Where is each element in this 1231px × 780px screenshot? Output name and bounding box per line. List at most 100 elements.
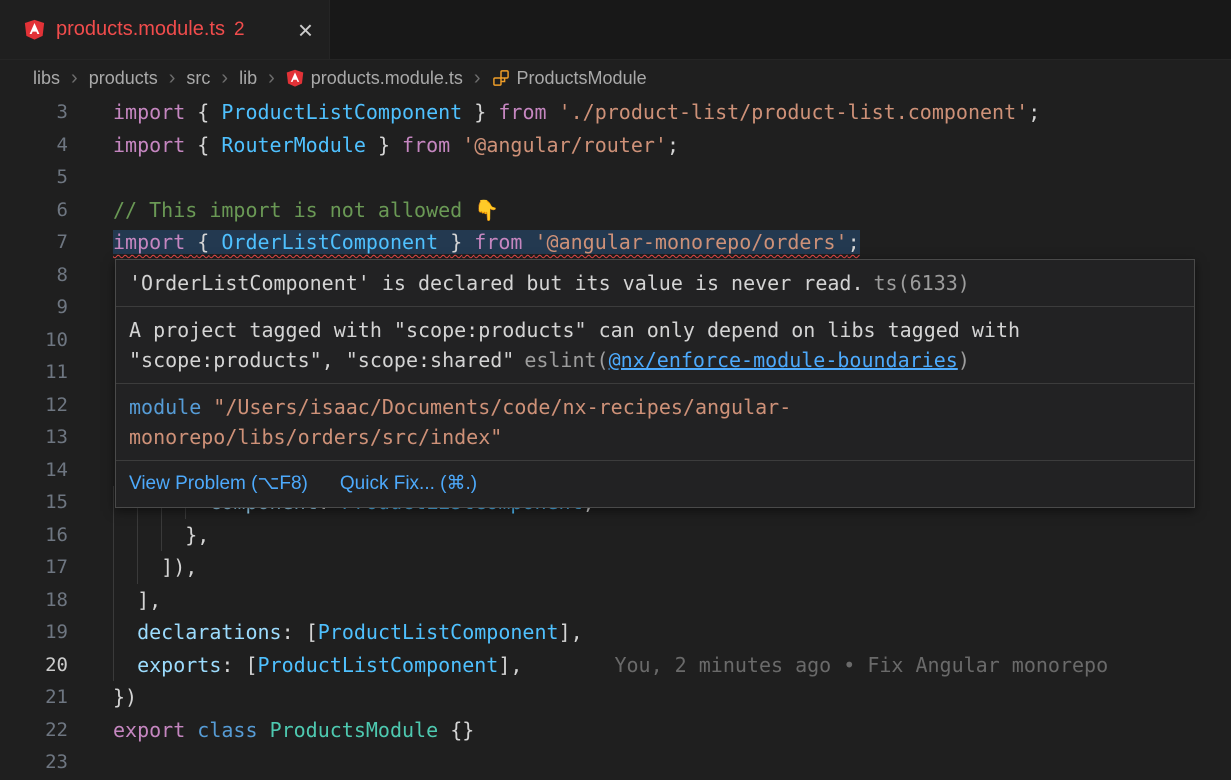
code-token: { bbox=[197, 230, 209, 254]
code-token: , bbox=[185, 555, 197, 579]
code-token: } bbox=[450, 230, 462, 254]
code-text: export class ProductsModule {} bbox=[113, 718, 474, 742]
code-token: class bbox=[197, 718, 257, 742]
hover-message-boundary: A project tagged with "scope:products" c… bbox=[116, 307, 1194, 384]
code-line-4[interactable]: 4 import { RouterModule } from '@angular/… bbox=[0, 129, 1231, 162]
code-token: // This import is not allowed bbox=[113, 198, 474, 222]
code-content: ], bbox=[113, 584, 161, 617]
line-number: 13 bbox=[0, 421, 68, 454]
line-number: 16 bbox=[0, 519, 68, 552]
hover-message-module: module "/Users/isaac/Documents/code/nx-r… bbox=[116, 384, 1194, 461]
breadcrumb-item-lib[interactable]: lib bbox=[239, 68, 257, 89]
indent-guide bbox=[113, 584, 114, 617]
code-line-18[interactable]: 18 ], bbox=[0, 584, 1231, 617]
line-number: 23 bbox=[0, 746, 68, 779]
line-number: 5 bbox=[0, 161, 68, 194]
code-token: [ bbox=[306, 620, 318, 644]
code-content: declarations: [ProductListComponent], bbox=[113, 616, 583, 649]
code-token bbox=[547, 100, 559, 124]
code-token bbox=[366, 133, 378, 157]
code-content: }, bbox=[113, 519, 209, 552]
code-text: exports: [ProductListComponent], bbox=[113, 653, 522, 677]
code-token bbox=[438, 230, 450, 254]
breadcrumb-file-label: products.module.ts bbox=[311, 68, 463, 89]
breadcrumb-item-libs[interactable]: libs bbox=[33, 68, 60, 89]
line-number: 4 bbox=[0, 129, 68, 162]
hover-actions: View Problem (⌥F8) Quick Fix... (⌘.) bbox=[116, 461, 1194, 507]
code-line-6[interactable]: 6// This import is not allowed 👇 bbox=[0, 194, 1231, 227]
indent-guide bbox=[113, 486, 114, 519]
code-token: , bbox=[510, 653, 522, 677]
code-line-19[interactable]: 19 declarations: [ProductListComponent], bbox=[0, 616, 1231, 649]
code-token: ] bbox=[498, 653, 510, 677]
code-token: {} bbox=[450, 718, 474, 742]
code-line-22[interactable]: 22export class ProductsModule {} bbox=[0, 714, 1231, 747]
angular-icon bbox=[286, 69, 304, 87]
code-content: export class ProductsModule {} bbox=[113, 714, 474, 747]
code-content: // This import is not allowed 👇 bbox=[113, 194, 499, 227]
code-line-21[interactable]: 21}) bbox=[0, 681, 1231, 714]
breadcrumb: libs › products › src › lib › products.m… bbox=[0, 60, 1231, 96]
eslint-rule-link[interactable]: @nx/enforce-module-boundaries bbox=[609, 348, 958, 372]
chevron-right-icon: › bbox=[169, 68, 176, 88]
code-token bbox=[390, 133, 402, 157]
tab-products-module[interactable]: products.module.ts 2 × bbox=[0, 0, 330, 59]
code-token: , bbox=[571, 620, 583, 644]
diagnostic-message: 'OrderListComponent' is declared but its… bbox=[129, 271, 864, 295]
code-token bbox=[258, 718, 270, 742]
code-text: declarations: [ProductListComponent], bbox=[113, 620, 583, 644]
view-problem-link[interactable]: View Problem (⌥F8) bbox=[129, 469, 308, 499]
code-text: ], bbox=[113, 588, 161, 612]
code-line-17[interactable]: 17 ]), bbox=[0, 551, 1231, 584]
breadcrumb-item-products[interactable]: products bbox=[89, 68, 158, 89]
line-number: 10 bbox=[0, 324, 68, 357]
close-tab-icon[interactable]: × bbox=[298, 17, 313, 43]
quick-fix-link[interactable]: Quick Fix... (⌘.) bbox=[340, 469, 477, 499]
code-token bbox=[113, 588, 137, 612]
indent-guide bbox=[113, 616, 114, 649]
code-line-16[interactable]: 16 }, bbox=[0, 519, 1231, 552]
code-line-7[interactable]: 7import { OrderListComponent } from '@an… bbox=[0, 226, 1231, 259]
code-token: , bbox=[197, 523, 209, 547]
indent-guide bbox=[113, 551, 114, 584]
line-number: 19 bbox=[0, 616, 68, 649]
code-token: } bbox=[113, 685, 125, 709]
code-token: } bbox=[474, 100, 486, 124]
diagnostic-message: A project tagged with "scope:products" c… bbox=[129, 318, 1020, 342]
angular-icon bbox=[24, 19, 45, 40]
breadcrumb-item-symbol[interactable]: ProductsModule bbox=[492, 68, 647, 89]
indent-guide bbox=[113, 519, 114, 552]
code-line-20[interactable]: 20 exports: [ProductListComponent],You, … bbox=[0, 649, 1231, 682]
code-line-23[interactable]: 23 bbox=[0, 746, 1231, 779]
code-token: ] bbox=[161, 555, 173, 579]
diagnostic-source-close: ) bbox=[958, 348, 970, 372]
line-number: 3 bbox=[0, 96, 68, 129]
code-token: ProductListComponent bbox=[221, 100, 462, 124]
code-text: import { RouterModule } from '@angular/r… bbox=[113, 133, 679, 157]
code-content: exports: [ProductListComponent],You, 2 m… bbox=[113, 649, 1108, 682]
code-token bbox=[486, 100, 498, 124]
code-token: { bbox=[197, 133, 209, 157]
code-token: ; bbox=[1028, 100, 1040, 124]
code-token bbox=[450, 133, 462, 157]
code-token bbox=[185, 230, 197, 254]
code-token bbox=[113, 653, 137, 677]
code-token: : bbox=[282, 620, 294, 644]
diagnostic-source: eslint( bbox=[524, 348, 608, 372]
code-token: ProductListComponent bbox=[258, 653, 499, 677]
line-number: 14 bbox=[0, 454, 68, 487]
indent-guide bbox=[137, 519, 138, 552]
code-token bbox=[209, 133, 221, 157]
breadcrumb-item-src[interactable]: src bbox=[186, 68, 210, 89]
code-token: : bbox=[221, 653, 233, 677]
line-number: 7 bbox=[0, 226, 68, 259]
code-content: ]), bbox=[113, 551, 197, 584]
code-token bbox=[233, 653, 245, 677]
code-line-5[interactable]: 5 bbox=[0, 161, 1231, 194]
code-line-3[interactable]: 3 import { ProductListComponent } from '.… bbox=[0, 96, 1231, 129]
code-token: } bbox=[378, 133, 390, 157]
code-text: import { ProductListComponent } from './… bbox=[113, 100, 1040, 124]
breadcrumb-item-file[interactable]: products.module.ts bbox=[286, 68, 463, 89]
code-token: [ bbox=[245, 653, 257, 677]
code-token bbox=[294, 620, 306, 644]
